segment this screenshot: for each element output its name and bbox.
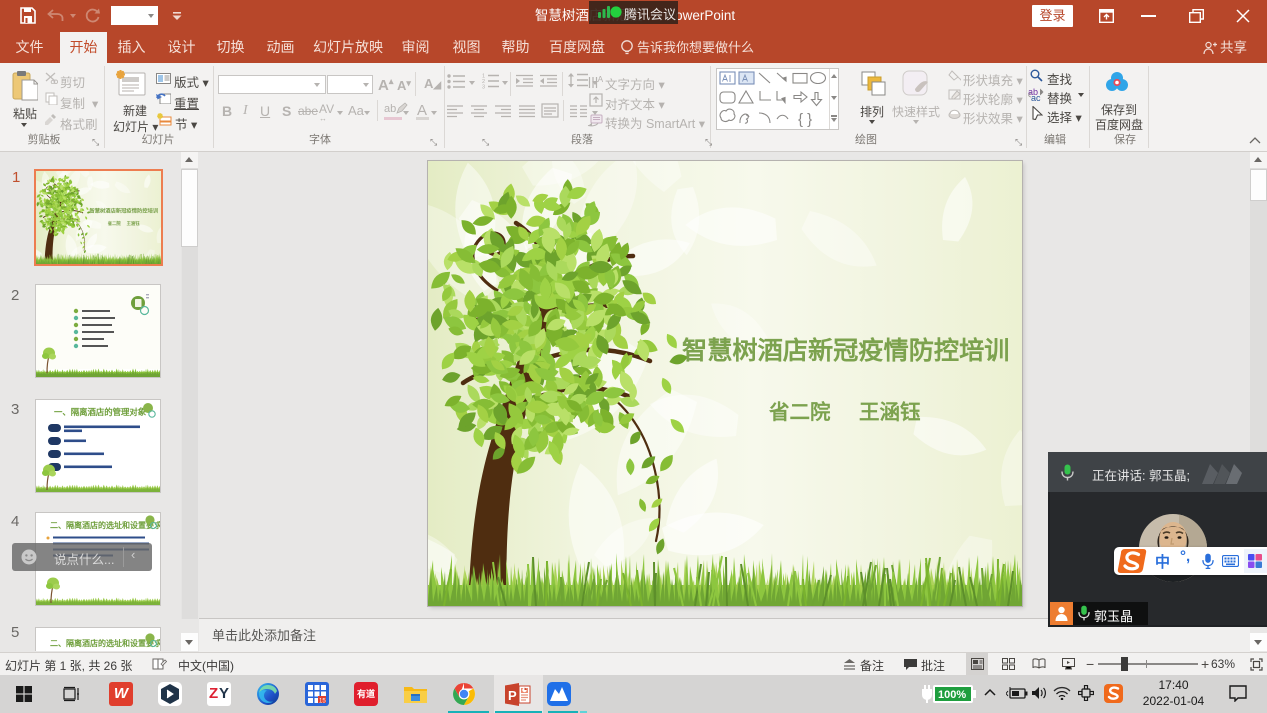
svg-text:15: 15: [319, 699, 326, 704]
svg-text:二、隔离酒店的选址和设置要求: 二、隔离酒店的选址和设置要求: [50, 520, 160, 530]
svg-text:{ }: { }: [798, 111, 812, 127]
svg-text:100%: 100%: [938, 689, 966, 701]
svg-text:A: A: [598, 74, 604, 84]
svg-text:3: 3: [482, 85, 485, 90]
svg-text:ac: ac: [1031, 93, 1041, 101]
svg-text:二、隔离酒店的选址和设置要求: 二、隔离酒店的选址和设置要求: [50, 638, 160, 648]
svg-text:一、隔离酒店的管理对象: 一、隔离酒店的管理对象: [54, 407, 147, 417]
svg-text:P: P: [508, 688, 517, 703]
